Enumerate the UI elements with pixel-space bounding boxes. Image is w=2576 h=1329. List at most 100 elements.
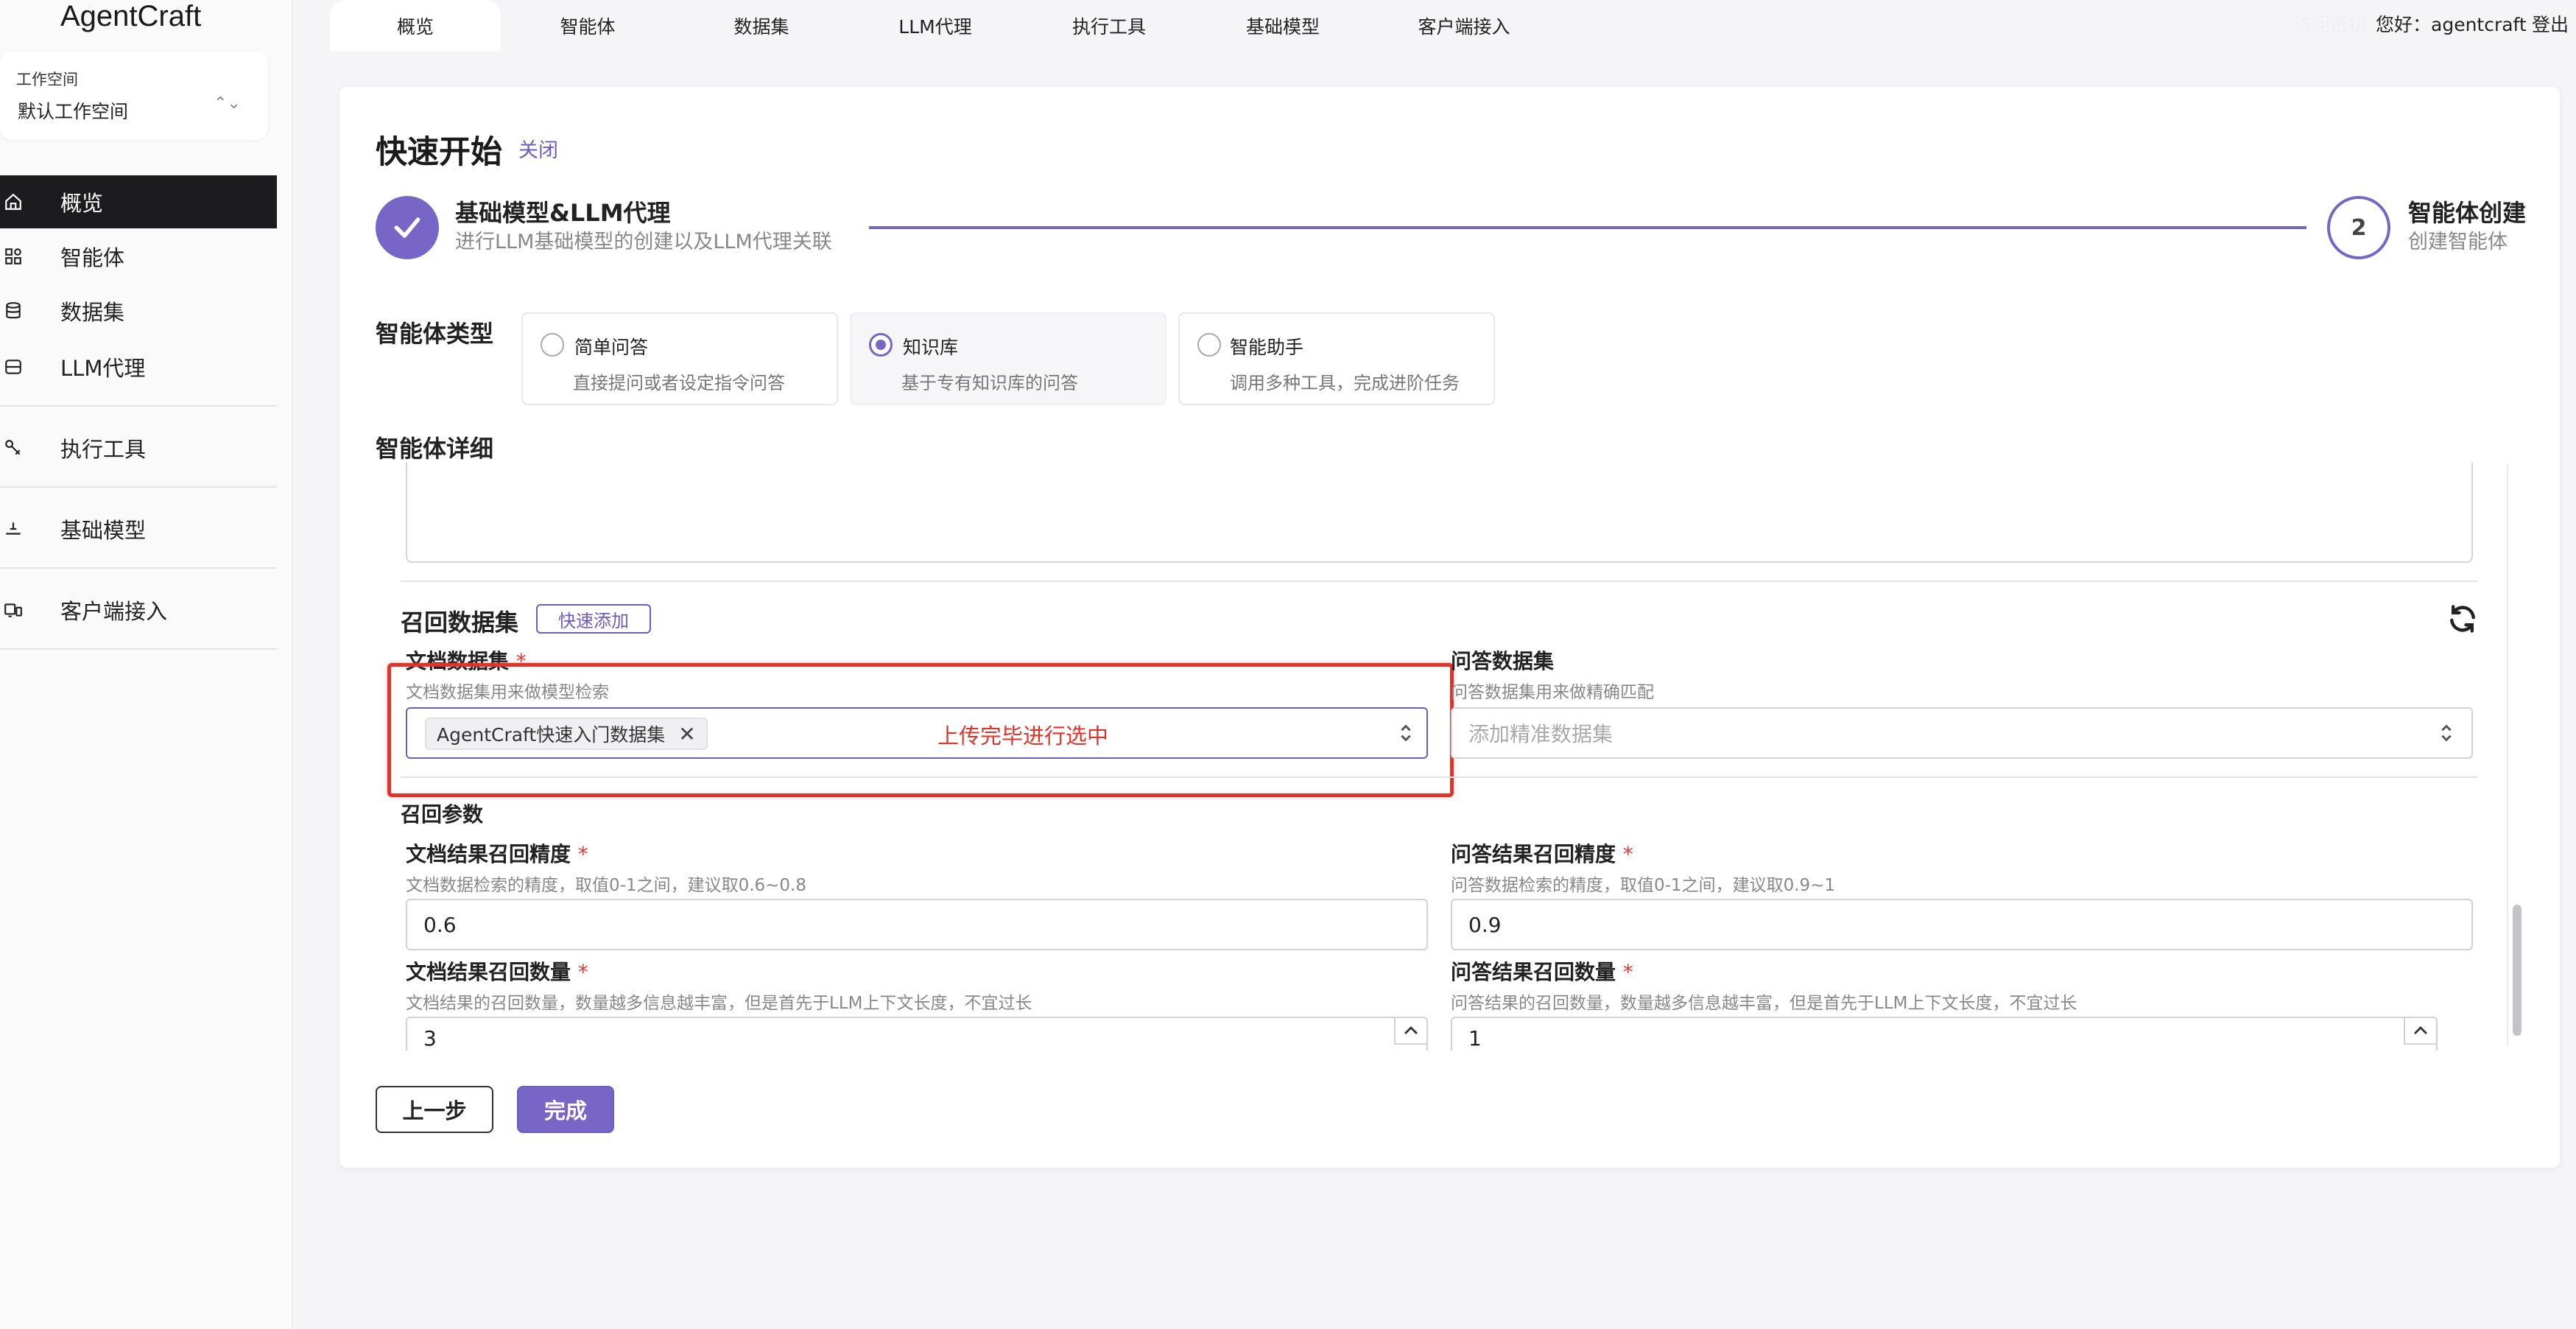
radio-knowledge-base[interactable] — [869, 333, 893, 357]
step-connector — [869, 226, 2306, 229]
qa-dataset-select[interactable]: 添加精准数据集 — [1451, 707, 2473, 759]
section-divider — [401, 776, 2477, 778]
doc-precision-input[interactable]: 0.6 — [406, 899, 1428, 950]
agent-detail-label: 智能体详细 — [376, 435, 494, 463]
scrollbar[interactable] — [2513, 905, 2522, 1036]
app-logo: AgentCraft — [60, 0, 202, 32]
stepper-up-button[interactable] — [2404, 1018, 2436, 1045]
required-marker: * — [1622, 842, 1633, 866]
prev-step-button[interactable]: 上一步 — [376, 1086, 493, 1133]
qa-dataset-placeholder: 添加精准数据集 — [1468, 722, 1613, 746]
workspace-label: 工作空间 — [16, 71, 78, 88]
sidebar-item-label: 智能体 — [60, 245, 125, 270]
tab-tools[interactable]: 执行工具 — [1035, 0, 1183, 52]
top-navigation: 概览 智能体 数据集 LLM代理 执行工具 基础模型 客户端接入 访问密钥 您好… — [293, 0, 2576, 52]
chevron-updown-icon: ⌃⌄ — [214, 94, 241, 113]
recall-params-label: 召回参数 — [401, 802, 484, 827]
qa-count-value: 1 — [1468, 1026, 1482, 1051]
tab-datasets[interactable]: 数据集 — [688, 0, 835, 52]
page-title: 快速开始 — [376, 134, 502, 171]
tab-agents[interactable]: 智能体 — [514, 0, 661, 52]
close-link[interactable]: 关闭 — [518, 134, 558, 163]
server-icon — [3, 357, 24, 377]
type-title: 知识库 — [903, 337, 959, 358]
agent-type-assistant[interactable]: 智能助手 调用多种工具，完成进阶任务 — [1178, 312, 1495, 405]
sidebar-divider — [0, 567, 277, 569]
required-marker: * — [1622, 960, 1633, 984]
doc-count-label-text: 文档结果召回数量 — [406, 960, 571, 984]
agent-detail-textarea[interactable] — [406, 463, 2473, 563]
home-icon — [3, 192, 24, 212]
model-icon — [3, 519, 24, 539]
chevron-updown-icon — [2439, 722, 2454, 749]
doc-count-label: 文档结果召回数量 * — [406, 956, 588, 986]
qa-precision-label: 问答结果召回精度 * — [1451, 838, 1633, 868]
stepper-up-button[interactable] — [1394, 1018, 1426, 1045]
qa-precision-help: 问答数据检索的精度，取值0-1之间，建议取0.9~1 — [1451, 876, 1836, 895]
workspace-selector[interactable]: 工作空间 默认工作空间 ⌃⌄ — [0, 52, 268, 140]
tool-icon — [3, 438, 24, 458]
finish-button[interactable]: 完成 — [517, 1086, 614, 1133]
sidebar-item-agents[interactable]: 智能体 — [0, 230, 277, 283]
radio-simple-qa[interactable] — [541, 333, 564, 357]
step-2-subtitle: 创建智能体 — [2408, 231, 2508, 253]
sidebar-item-label: 基础模型 — [60, 518, 147, 543]
step-1-title: 基础模型&LLM代理 — [455, 199, 671, 227]
qa-precision-label-text: 问答结果召回精度 — [1451, 842, 1616, 866]
qa-count-help: 问答结果的召回数量，数量越多信息越丰富，但是首先于LLM上下文长度，不宜过长 — [1451, 994, 2077, 1013]
sidebar-item-datasets[interactable]: 数据集 — [0, 284, 277, 337]
section-divider — [401, 581, 2477, 582]
tab-client[interactable]: 客户端接入 — [1383, 0, 1545, 52]
sidebar-divider — [0, 648, 277, 650]
qa-count-input[interactable]: 1 — [1451, 1017, 2438, 1051]
devices-icon — [3, 600, 24, 620]
sidebar-divider — [0, 405, 277, 407]
sidebar-item-client[interactable]: 客户端接入 — [0, 583, 277, 637]
database-icon — [3, 301, 24, 321]
sidebar-item-label: 数据集 — [60, 300, 125, 325]
scroll-track — [2507, 464, 2508, 1046]
required-marker: * — [577, 960, 588, 984]
tab-overview[interactable]: 概览 — [330, 0, 501, 52]
doc-count-help: 文档结果的召回数量，数量越多信息越丰富，但是首先于LLM上下文长度，不宜过长 — [406, 994, 1032, 1013]
doc-precision-value: 0.6 — [423, 912, 457, 937]
doc-precision-label-text: 文档结果召回精度 — [406, 842, 571, 866]
qa-count-label-text: 问答结果召回数量 — [1451, 960, 1616, 984]
access-key-link[interactable]: 访问密钥 — [2293, 0, 2367, 47]
doc-precision-help: 文档数据检索的精度，取值0-1之间，建议取0.6~0.8 — [406, 876, 806, 895]
sidebar-item-tools[interactable]: 执行工具 — [0, 421, 277, 474]
qa-precision-input[interactable]: 0.9 — [1451, 899, 2473, 950]
qa-precision-value: 0.9 — [1468, 912, 1502, 937]
radio-assistant[interactable] — [1197, 333, 1221, 357]
logout-link[interactable]: 登出 — [2532, 0, 2569, 47]
sidebar: AgentCraft 工作空间 默认工作空间 ⌃⌄ 概览 智能体 数据集 LLM… — [0, 0, 293, 1329]
agent-type-label: 智能体类型 — [376, 320, 494, 348]
sidebar-item-overview[interactable]: 概览 — [0, 175, 277, 228]
recall-dataset-label: 召回数据集 — [401, 609, 519, 637]
qa-count-label: 问答结果召回数量 * — [1451, 956, 1633, 986]
sidebar-item-llm-proxy[interactable]: LLM代理 — [0, 340, 277, 393]
type-desc: 调用多种工具，完成进阶任务 — [1230, 373, 1460, 393]
step-1-subtitle: 进行LLM基础模型的创建以及LLM代理关联 — [455, 231, 832, 253]
doc-count-input[interactable]: 3 — [406, 1017, 1428, 1051]
sidebar-divider — [0, 486, 277, 488]
doc-count-value: 3 — [423, 1026, 437, 1051]
sidebar-item-label: 客户端接入 — [60, 599, 168, 624]
qa-dataset-label: 问答数据集 — [1451, 649, 1555, 673]
required-marker: * — [577, 842, 588, 866]
sidebar-item-label: LLM代理 — [60, 356, 146, 381]
agent-type-knowledge-base[interactable]: 知识库 基于专有知识库的问答 — [850, 312, 1166, 405]
step-2-number: 2 — [2327, 196, 2390, 259]
sidebar-item-base-model[interactable]: 基础模型 — [0, 502, 277, 555]
refresh-icon[interactable] — [2446, 603, 2479, 638]
quick-add-button[interactable]: 快速添加 — [536, 604, 651, 634]
agent-type-simple-qa[interactable]: 简单问答 直接提问或者设定指令问答 — [521, 312, 838, 405]
tab-base-model[interactable]: 基础模型 — [1209, 0, 1356, 52]
workspace-value: 默认工作空间 — [18, 101, 129, 122]
type-title: 简单问答 — [574, 337, 649, 358]
doc-precision-label: 文档结果召回精度 * — [406, 838, 588, 868]
user-greeting: 您好：agentcraft — [2376, 14, 2527, 35]
tab-llm-proxy[interactable]: LLM代理 — [862, 0, 1009, 52]
qa-dataset-help: 问答数据集用来做精确匹配 — [1451, 683, 1654, 702]
type-desc: 直接提问或者设定指令问答 — [573, 373, 785, 393]
